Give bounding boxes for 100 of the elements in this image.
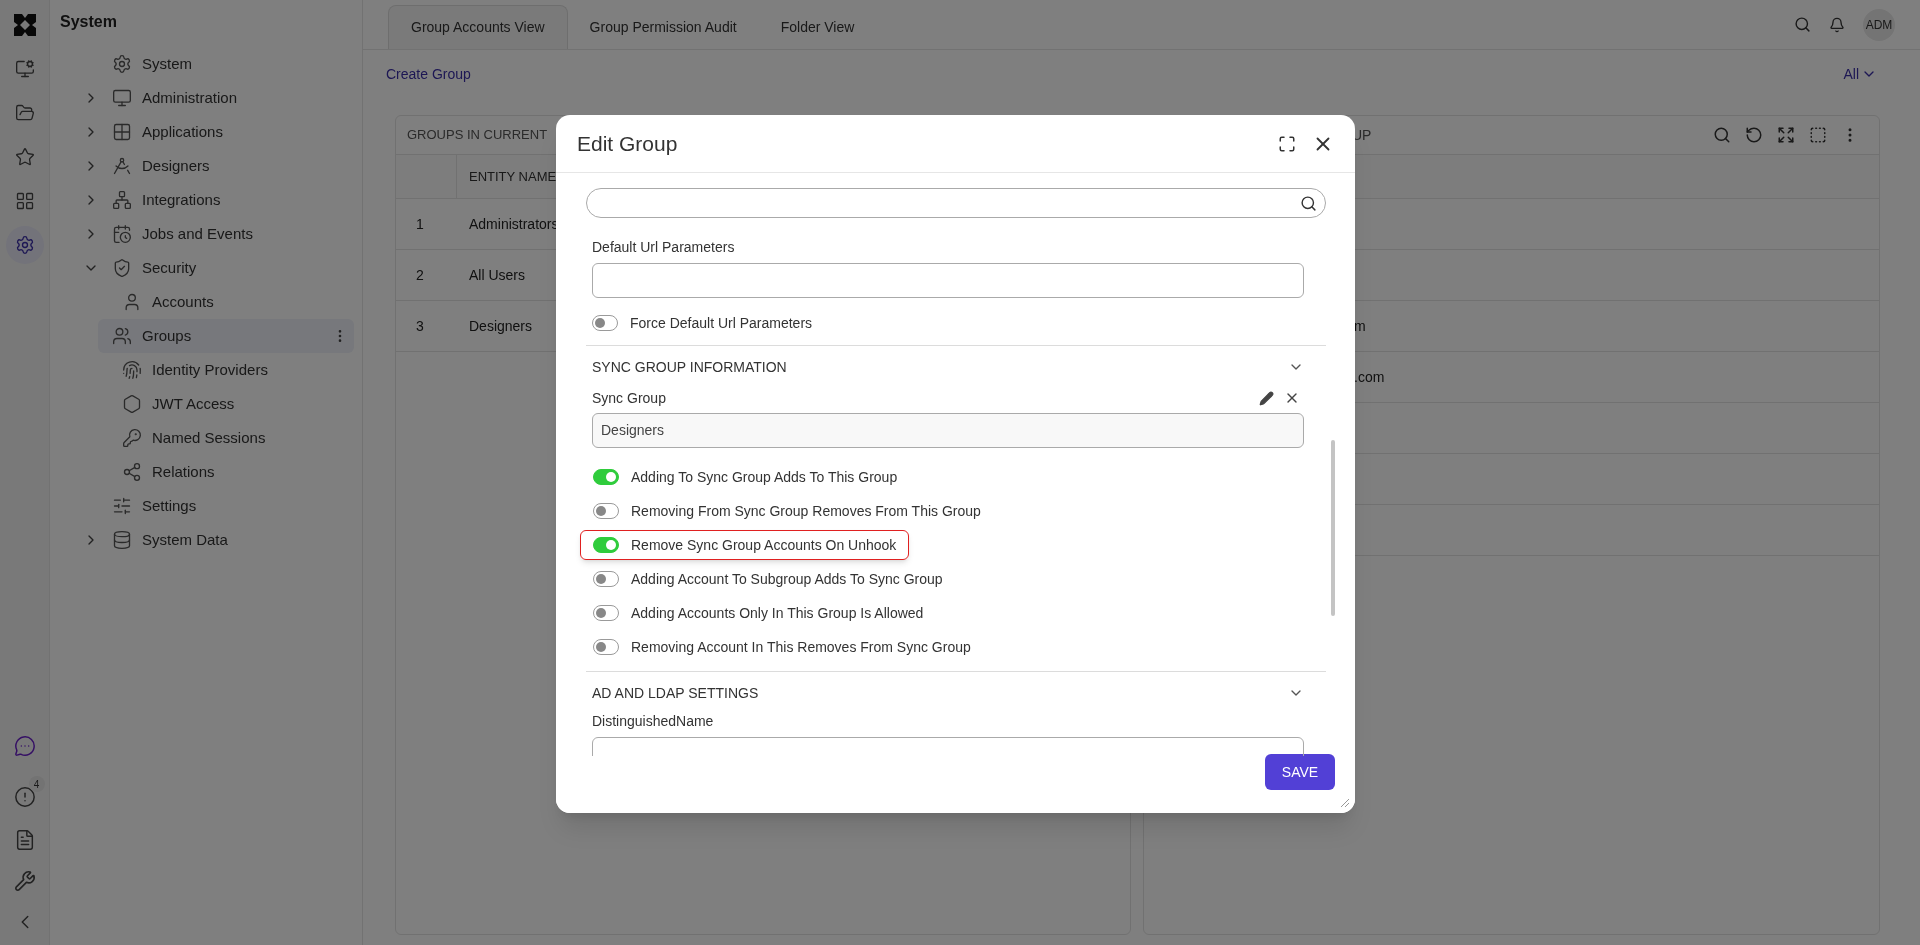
toggle-label: Remove Sync Group Accounts On Unhook [631,535,897,555]
settings-icon [14,235,35,255]
table-cell-text: .com [1354,367,1385,387]
toggle-label: Removing From Sync Group Removes From This Group [631,501,981,521]
sidebar-item[interactable]: Named Sessions [78,421,354,455]
sidebar-item[interactable]: Settings [78,489,354,523]
network-icon [112,190,132,210]
filter-dropdown[interactable]: All [1843,63,1877,85]
sidebar-label: Groups [142,325,192,346]
rail-button[interactable] [5,226,44,264]
sidebar-item[interactable]: Integrations [78,183,354,217]
monitor-icon [112,88,132,108]
input-field[interactable] [592,263,1304,298]
field-label: Sync Group [592,388,666,408]
notification-badge: 4 [28,776,45,792]
monitor-icon [14,59,35,79]
resize-grip-icon[interactable] [1338,796,1350,808]
shield-icon [112,258,132,278]
star-icon [14,147,35,167]
toggle-switch[interactable] [593,605,619,621]
edit-icon[interactable] [1259,390,1274,406]
sidebar-label: Jobs and Events [142,223,253,244]
alerts-button[interactable]: 4 [4,776,45,810]
sidebar-label: Relations [152,461,215,482]
bell-icon[interactable] [1829,16,1845,33]
toggle-switch[interactable] [593,469,619,485]
sidebar-item[interactable]: Accounts [78,285,354,319]
field-label: Default Url Parameters [592,238,735,257]
grid-icon [14,191,35,211]
calendar-clock-icon [112,224,132,244]
sidebar-item[interactable]: System Data [78,523,354,557]
sidebar-item[interactable]: Administration [78,81,354,115]
tab[interactable]: Folder View [758,5,877,49]
sidebar-label: JWT Access [152,393,235,414]
toggle-switch[interactable] [592,315,618,331]
fingerprint-icon [122,360,142,380]
sidebar-item[interactable]: JWT Access [78,387,354,421]
alert-icon [13,786,36,808]
toggle-label: Adding Account To Subgroup Adds To Sync Group [631,569,943,589]
sidebar-label: System [142,53,192,74]
sidebar-item[interactable]: System [78,47,354,81]
key-icon [122,428,142,448]
sidebar-label: Integrations [142,189,221,210]
user-avatar[interactable]: ADM [1863,8,1895,41]
chat-icon[interactable] [13,735,36,757]
sidebar-item[interactable]: Jobs and Events [78,217,354,251]
toggle-switch[interactable] [593,571,619,587]
wrench-icon[interactable] [13,870,36,892]
row-number: 2 [415,265,425,285]
users-icon [112,326,132,346]
sidebar-label: Identity Providers [152,359,268,380]
panel-title: System [60,12,117,32]
sidebar-label: System Data [142,529,228,550]
fullscreen-icon[interactable] [1278,134,1296,153]
refresh-icon[interactable] [1745,126,1763,144]
compass-icon [112,156,132,176]
logo-icon [13,14,36,36]
card-title: GROUPS IN CURRENT [407,126,548,145]
table-cell-text: Designers [469,316,533,336]
search-icon[interactable] [1794,16,1811,33]
search-icon[interactable] [1713,126,1731,144]
sidebar-label: Administration [142,87,238,108]
settings-icon [112,54,132,74]
save-button[interactable]: SAVE [1265,754,1335,790]
row-number: 1 [415,214,425,234]
tab[interactable]: Group Accounts View [388,5,568,49]
expand-icon[interactable] [1777,126,1795,144]
toggle-label: Adding Accounts Only In This Group Is Allowed [631,603,924,623]
database-icon [112,530,132,550]
table-cell-text: m [1354,316,1366,336]
toggle-switch[interactable] [593,537,619,553]
grid-icon [112,122,132,142]
sidebar-label: Named Sessions [152,427,266,448]
sidebar-label: Applications [142,121,223,142]
dialog-title: Edit Group [577,130,678,157]
sidebar-item[interactable]: Designers [78,149,354,183]
hexagon-icon [122,394,142,414]
column-header[interactable]: ENTITY NAME [469,166,557,187]
toggle-switch[interactable] [593,639,619,655]
sidebar-item[interactable]: Relations [78,455,354,489]
search-icon [1300,194,1317,212]
sidebar-label: Accounts [152,291,214,312]
row-number: 3 [415,316,425,336]
folder-icon [14,103,35,123]
toggle-label: Adding To Sync Group Adds To This Group [631,467,898,487]
sidebar-item[interactable]: Identity Providers [78,353,354,387]
section-title: SYNC GROUP INFORMATION [592,357,787,377]
table-cell-text: All Users [469,265,525,285]
create-group-link[interactable]: Create Group [386,63,471,85]
input-field[interactable]: Designers [592,413,1304,448]
nodes-icon [122,462,142,482]
sidebar-item[interactable]: Security [78,251,354,285]
sidebar-label: Settings [142,495,197,516]
toggle-label: Removing Account In This Removes From Sync Group [631,637,971,657]
select-icon[interactable] [1809,126,1827,144]
tab[interactable]: Group Permission Audit [567,5,759,49]
sidebar-item[interactable]: Applications [78,115,354,149]
toggle-switch[interactable] [593,503,619,519]
sidebar-item[interactable]: Groups [98,319,354,353]
scrollbar[interactable] [1331,440,1335,616]
